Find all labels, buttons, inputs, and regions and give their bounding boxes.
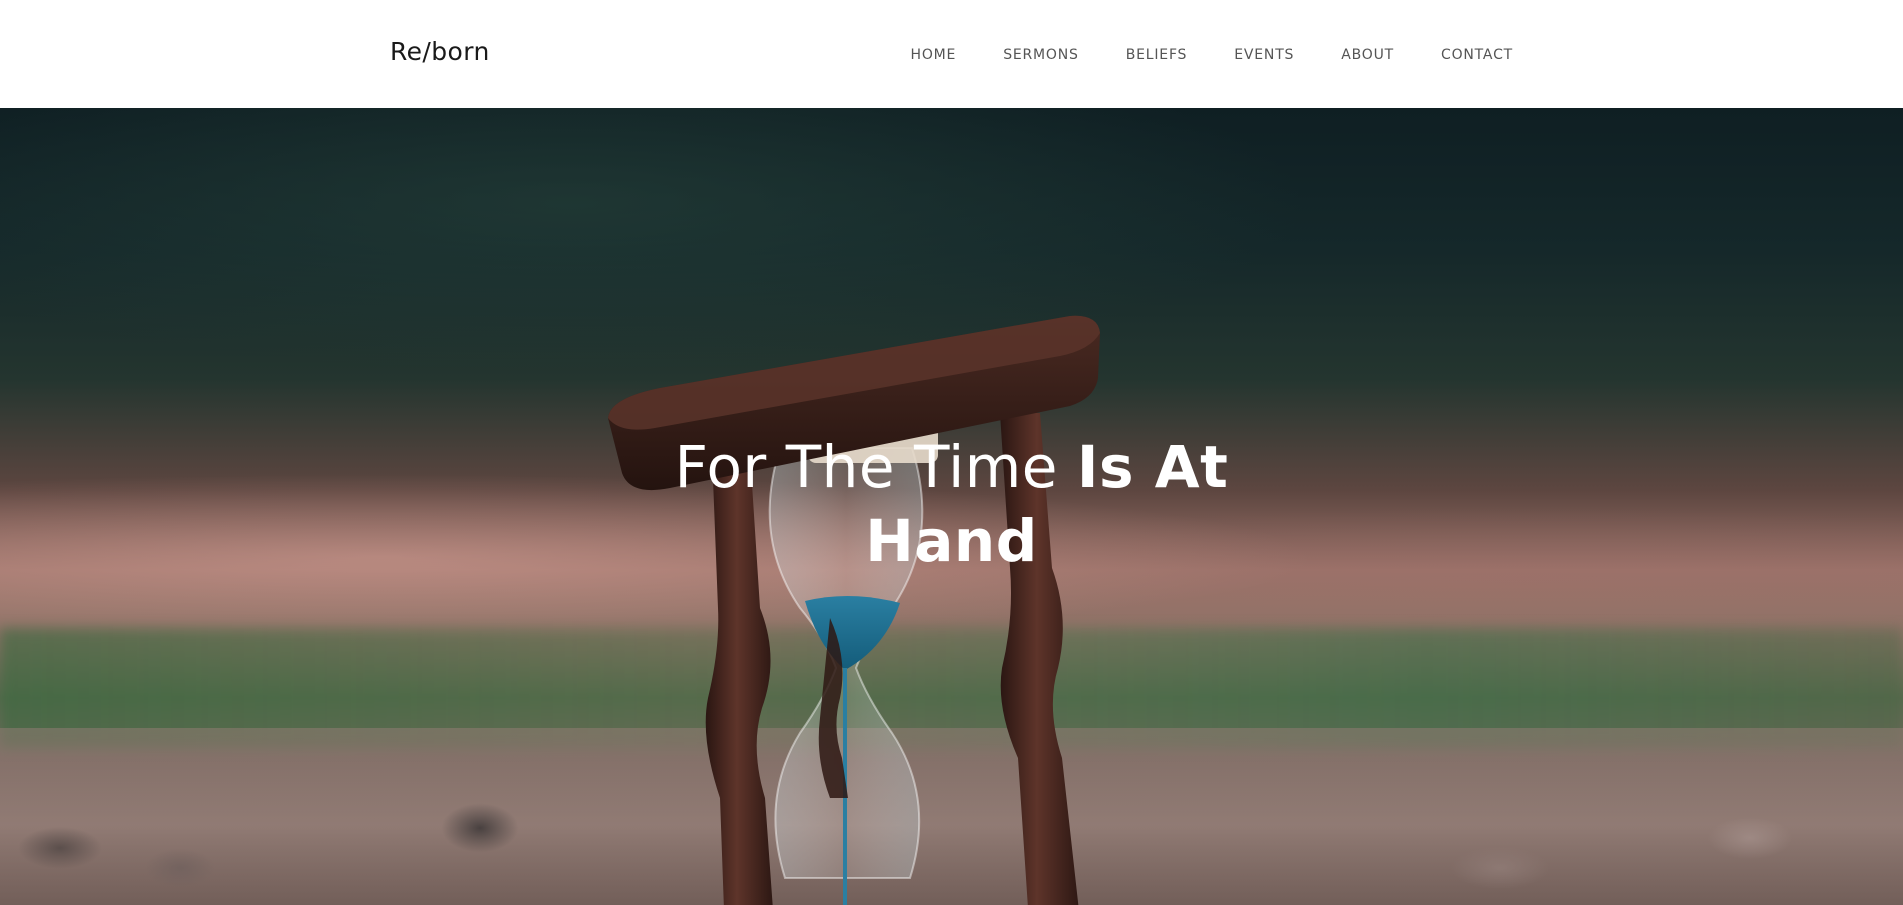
main-nav: HOME SERMONS BELIEFS EVENTS ABOUT CONTAC… — [864, 46, 1513, 64]
nav-item-sermons: SERMONS — [1003, 46, 1079, 64]
nav-link-home[interactable]: HOME — [911, 47, 957, 63]
nav-item-events: EVENTS — [1234, 46, 1294, 64]
nav-link-sermons[interactable]: SERMONS — [1003, 47, 1079, 63]
nav-link-contact[interactable]: CONTACT — [1441, 47, 1513, 63]
nav-item-beliefs: BELIEFS — [1126, 46, 1188, 64]
nav-link-about[interactable]: ABOUT — [1341, 47, 1394, 63]
nav-item-about: ABOUT — [1341, 46, 1394, 64]
nav-item-contact: CONTACT — [1441, 46, 1513, 64]
hero-title: For The Time Is At Hand — [0, 430, 1903, 578]
site-logo[interactable]: Re/born — [390, 37, 490, 66]
hero-title-light: For The Time — [674, 433, 1077, 501]
hero-title-bold-line1: Is At — [1076, 433, 1229, 501]
site-header: Re/born HOME SERMONS BELIEFS EVENTS ABOU… — [0, 0, 1903, 108]
hero-title-bold-line2: Hand — [865, 507, 1038, 575]
nav-link-beliefs[interactable]: BELIEFS — [1126, 47, 1188, 63]
nav-link-events[interactable]: EVENTS — [1234, 47, 1294, 63]
hero-section: For The Time Is At Hand — [0, 108, 1903, 905]
nav-item-home: HOME — [911, 46, 957, 64]
